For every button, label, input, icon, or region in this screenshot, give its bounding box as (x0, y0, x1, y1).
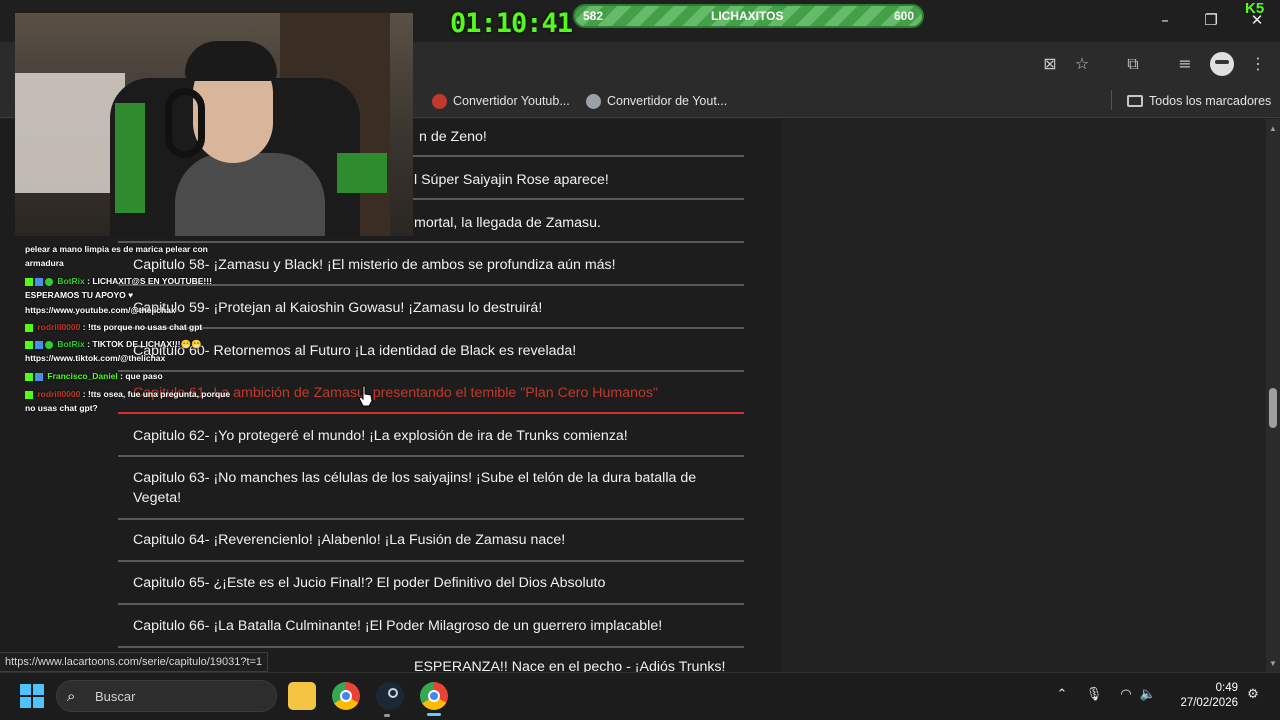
scroll-down-icon[interactable]: ▼ (1267, 658, 1279, 670)
chat-message: BotRix : LICHAXIT@S EN YOUTUBE!!! (25, 276, 212, 287)
search-icon: ⌕ (67, 687, 76, 705)
goal-current: 582 (583, 9, 604, 23)
more-menu-icon[interactable]: ⋮ (1246, 52, 1270, 76)
right-panel (782, 119, 1266, 672)
running-app-indicator (384, 714, 390, 717)
scroll-thumb[interactable] (1269, 388, 1277, 428)
chat-username: rodrill0000 (37, 322, 81, 332)
webcam-overlay (15, 13, 413, 236)
chat-message: https://www.tiktok.com/@thelichax (25, 353, 166, 363)
episode-link[interactable]: Capitulo 65- ¿¡Este es el Jucio Final!? … (118, 572, 744, 605)
scroll-up-icon[interactable]: ▲ (1267, 123, 1279, 135)
chat-message: no usas chat gpt? (25, 403, 98, 413)
search-placeholder: Buscar (95, 689, 136, 704)
folder-icon (1127, 95, 1143, 107)
episode-link[interactable]: Capitulo 63- ¡No manches las células de … (118, 467, 744, 520)
notifications-icon[interactable]: ⚙ (1244, 686, 1262, 704)
microphone-icon[interactable]: 🎙 (1085, 686, 1103, 704)
chat-username: Francisco_Daniel (47, 371, 118, 381)
chrome-icon[interactable] (332, 682, 360, 710)
taskbar-clock[interactable]: 0:49 27/02/2026 (1168, 681, 1238, 711)
episode-link[interactable]: Capitulo 62- ¡Yo protegeré el mundo! ¡La… (118, 424, 744, 457)
cast-off-icon[interactable]: ⊠ (1038, 52, 1062, 76)
goal-label: LICHAXITOS (711, 9, 784, 23)
wifi-icon[interactable]: ◠ (1117, 686, 1135, 704)
bot-badge-icon (45, 277, 53, 286)
chat-message: rodrill0000 : !tts porque no usas chat g… (25, 322, 202, 333)
kick-logo: K5 (1245, 0, 1265, 17)
hand-cursor-icon (358, 385, 373, 407)
extensions-icon[interactable]: ⧉ (1121, 52, 1145, 76)
clock-time: 0:49 (1215, 682, 1238, 694)
stream-timer: 01:10:41 (450, 8, 573, 39)
media-controls-icon[interactable]: ≡ (1173, 52, 1197, 76)
goal-target: 600 (893, 9, 914, 23)
globe-icon (586, 93, 601, 109)
chat-username: BotRix (57, 276, 85, 286)
windows-start-icon[interactable] (20, 684, 44, 708)
chat-message: armadura (25, 258, 64, 268)
chat-username: rodrill0000 (37, 389, 81, 399)
verified-badge-icon (35, 277, 43, 286)
bookmarks-divider (1111, 90, 1112, 110)
chat-username: BotRix (57, 339, 85, 349)
chat-message: pelear a mano limpia es de marica pelear… (25, 244, 208, 254)
file-explorer-icon[interactable] (288, 682, 316, 710)
avatar[interactable] (1210, 52, 1234, 76)
chat-message: Francisco_Daniel : que paso (25, 371, 163, 382)
chat-message: rodrill0000 : !tts osea, fue una pregunt… (25, 389, 230, 400)
stream-chat-overlay: pelear a mano limpia es de marica pelear… (0, 228, 300, 428)
volume-icon[interactable]: 🔈 (1139, 686, 1157, 704)
youtube-converter-icon (432, 93, 447, 109)
taskbar-search[interactable]: ⌕ Buscar (56, 680, 277, 712)
restore-icon[interactable]: ❐ (1193, 6, 1229, 34)
all-bookmarks-button[interactable]: Todos los marcadores (1127, 90, 1271, 112)
subscriber-goal-bar: 582 LICHAXITOS 600 (573, 4, 924, 28)
episode-link[interactable]: Capitulo 64- ¡Reverencienlo! ¡Alabenlo! … (118, 529, 744, 562)
steam-icon[interactable] (376, 682, 404, 710)
chat-message: BotRix : TIKTOK DE LICHAX!!!😁😁 (25, 339, 202, 350)
chat-message: ESPERAMOS TU APOYO ♥ (25, 290, 134, 300)
episode-link[interactable]: Capitulo 66- ¡La Batalla Culminante! ¡El… (118, 615, 744, 648)
bookmark-item-1[interactable]: Convertidor de Yout... (586, 90, 727, 112)
minimize-icon[interactable]: – (1147, 6, 1183, 34)
active-app-indicator (427, 713, 441, 716)
show-hidden-icons-icon[interactable]: ⌃ (1053, 686, 1071, 704)
link-status-url: https://www.lacartoons.com/serie/capitul… (0, 652, 269, 672)
subscriber-badge-icon (25, 323, 33, 332)
bookmark-item-0[interactable]: Convertidor Youtub... (432, 90, 570, 112)
clock-date: 27/02/2026 (1180, 697, 1238, 709)
chrome-profile-icon[interactable] (420, 682, 448, 710)
chat-message: https://www.youtube.com/@thelichax (25, 305, 176, 315)
star-icon[interactable]: ☆ (1070, 52, 1094, 76)
moderator-badge-icon (25, 277, 33, 286)
